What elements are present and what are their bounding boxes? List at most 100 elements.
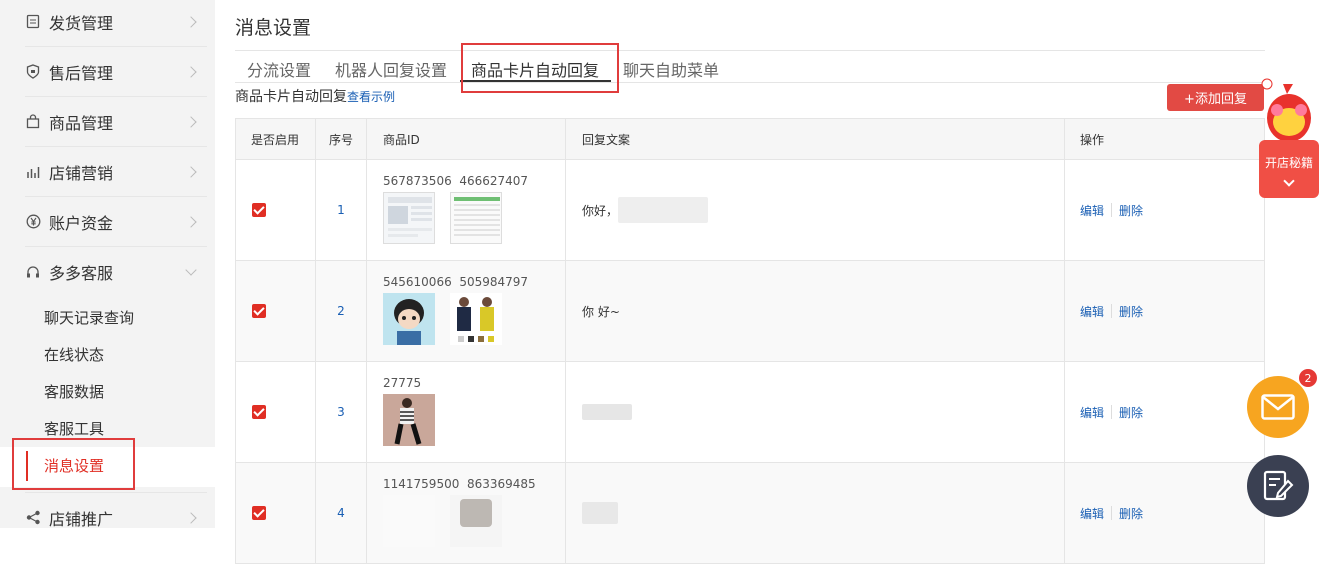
mascot-label: 开店秘籍 — [1259, 140, 1319, 198]
menu-item-customer-service[interactable]: 多多客服 — [25, 247, 207, 297]
reply-cell — [566, 362, 1065, 462]
goods-ids: 27775 — [383, 376, 422, 390]
highlight-box-tab — [461, 43, 619, 93]
col-header-index: 序号 — [316, 119, 367, 159]
enable-checkbox[interactable] — [252, 304, 266, 318]
menu-label: 多多客服 — [49, 264, 114, 283]
menu-item-funds[interactable]: 账户资金 — [25, 197, 207, 247]
menu-label: 账户资金 — [49, 213, 114, 233]
reply-cell: 你 好~ — [566, 261, 1065, 361]
row-index: 4 — [316, 463, 367, 563]
reply-cell: 你好， — [566, 160, 1065, 260]
delete-link[interactable]: 删除 — [1119, 505, 1143, 522]
store-guide-widget[interactable]: 开店秘籍 — [1259, 78, 1319, 198]
shield-icon — [25, 64, 41, 80]
table-row: 2 545610066 505984797 你 好~ 编辑 删除 — [236, 261, 1264, 362]
tab-routing[interactable]: 分流设置 — [247, 57, 311, 81]
highlight-box-sidebar — [12, 438, 135, 490]
chevron-right-icon — [185, 215, 197, 228]
goods-cell: 1141759500 863369485 — [383, 463, 536, 563]
tab-bot-reply[interactable]: 机器人回复设置 — [335, 57, 447, 81]
menu-item-goods[interactable]: 商品管理 — [25, 97, 207, 147]
col-header-actions: 操作 — [1080, 132, 1105, 147]
edit-link[interactable]: 编辑 — [1080, 303, 1104, 320]
page-title: 消息设置 — [235, 17, 312, 39]
enable-checkbox[interactable] — [252, 506, 266, 520]
message-button[interactable] — [1247, 376, 1309, 438]
table-row: 3 27775 编辑 删除 — [236, 362, 1264, 463]
row-index: 3 — [316, 362, 367, 462]
product-thumbnail[interactable] — [450, 293, 502, 345]
redacted-text — [582, 404, 632, 420]
sub-item-cs-tools[interactable]: 客服工具 — [44, 418, 104, 439]
add-reply-button[interactable]: +添加回复 — [1167, 84, 1264, 111]
table-row: 1 567873506 466627407 你好， 编辑 删除 — [236, 160, 1264, 261]
menu-item-promotion[interactable]: 店铺推广 — [25, 492, 207, 542]
chevron-right-icon — [185, 165, 197, 178]
section-label: 商品卡片自动回复 — [235, 89, 347, 105]
bag-icon — [25, 114, 41, 130]
row-index: 1 — [316, 160, 367, 260]
menu-item-marketing[interactable]: 店铺营销 — [25, 147, 207, 197]
edit-note-icon — [1263, 470, 1294, 501]
delete-link[interactable]: 删除 — [1119, 202, 1143, 219]
product-thumbnail[interactable] — [450, 192, 502, 244]
mail-icon — [1261, 394, 1295, 420]
col-header-reply-text: 回复文案 — [566, 119, 1065, 159]
menu-item-shipping[interactable]: 发货管理 — [25, 0, 207, 47]
view-example-link[interactable]: 查看示例 — [347, 90, 395, 104]
clipboard-icon — [25, 14, 41, 30]
menu-label: 店铺推广 — [49, 509, 114, 529]
sub-item-chat-records[interactable]: 聊天记录查询 — [44, 307, 134, 328]
product-thumbnail[interactable] — [450, 495, 502, 547]
divider — [235, 82, 1265, 83]
unread-badge: 2 — [1299, 369, 1317, 387]
chevron-right-icon — [185, 511, 197, 524]
mascot-label-text: 开店秘籍 — [1264, 156, 1313, 170]
edit-link[interactable]: 编辑 — [1080, 202, 1104, 219]
headset-icon — [25, 264, 41, 280]
menu-label: 售后管理 — [49, 63, 114, 83]
enable-checkbox[interactable] — [252, 405, 266, 419]
menu-item-aftersale[interactable]: 售后管理 — [25, 47, 207, 97]
section-description: 商品卡片自动回复查看示例 — [235, 86, 395, 106]
goods-ids: 545610066 505984797 — [383, 275, 529, 289]
redacted-text — [582, 502, 618, 524]
menu-label: 发货管理 — [49, 13, 114, 33]
chevron-right-icon — [185, 65, 197, 78]
product-thumbnail[interactable] — [383, 293, 435, 345]
edit-link[interactable]: 编辑 — [1080, 505, 1104, 522]
share-icon — [25, 510, 41, 526]
yen-icon — [25, 214, 41, 230]
delete-link[interactable]: 删除 — [1119, 303, 1143, 320]
delete-link[interactable]: 删除 — [1119, 404, 1143, 421]
table-header: 是否启用 序号 商品ID 回复文案 操作 — [236, 119, 1264, 160]
row-index: 2 — [316, 261, 367, 361]
chevron-right-icon — [185, 115, 197, 128]
chevron-down-icon — [1283, 175, 1295, 187]
col-header-goods-id: 商品ID — [367, 119, 566, 159]
menu-label: 店铺营销 — [49, 163, 114, 183]
mascot-icon — [1261, 78, 1311, 142]
enable-checkbox[interactable] — [252, 203, 266, 217]
col-header-enabled: 是否启用 — [236, 119, 316, 159]
reply-text: 你 好~ — [582, 304, 620, 319]
goods-cell: 545610066 505984797 — [383, 261, 528, 361]
product-thumbnail[interactable] — [383, 495, 435, 547]
tab-self-service-menu[interactable]: 聊天自助菜单 — [623, 57, 719, 81]
chevron-down-icon — [185, 264, 197, 276]
redacted-text — [618, 197, 709, 223]
sub-item-online-status[interactable]: 在线状态 — [44, 344, 104, 365]
feedback-button[interactable] — [1247, 455, 1309, 517]
divider — [235, 50, 1265, 51]
reply-text: 你好， — [582, 203, 619, 218]
chart-icon — [25, 164, 41, 180]
product-thumbnail[interactable] — [383, 192, 435, 244]
product-thumbnail[interactable] — [383, 394, 435, 446]
goods-ids: 1141759500 863369485 — [383, 477, 536, 491]
reply-cell — [566, 463, 1065, 563]
chevron-right-icon — [185, 15, 197, 28]
sub-item-cs-data[interactable]: 客服数据 — [44, 381, 104, 402]
reply-table: 是否启用 序号 商品ID 回复文案 操作 1 567873506 4666274… — [235, 118, 1265, 564]
edit-link[interactable]: 编辑 — [1080, 404, 1104, 421]
